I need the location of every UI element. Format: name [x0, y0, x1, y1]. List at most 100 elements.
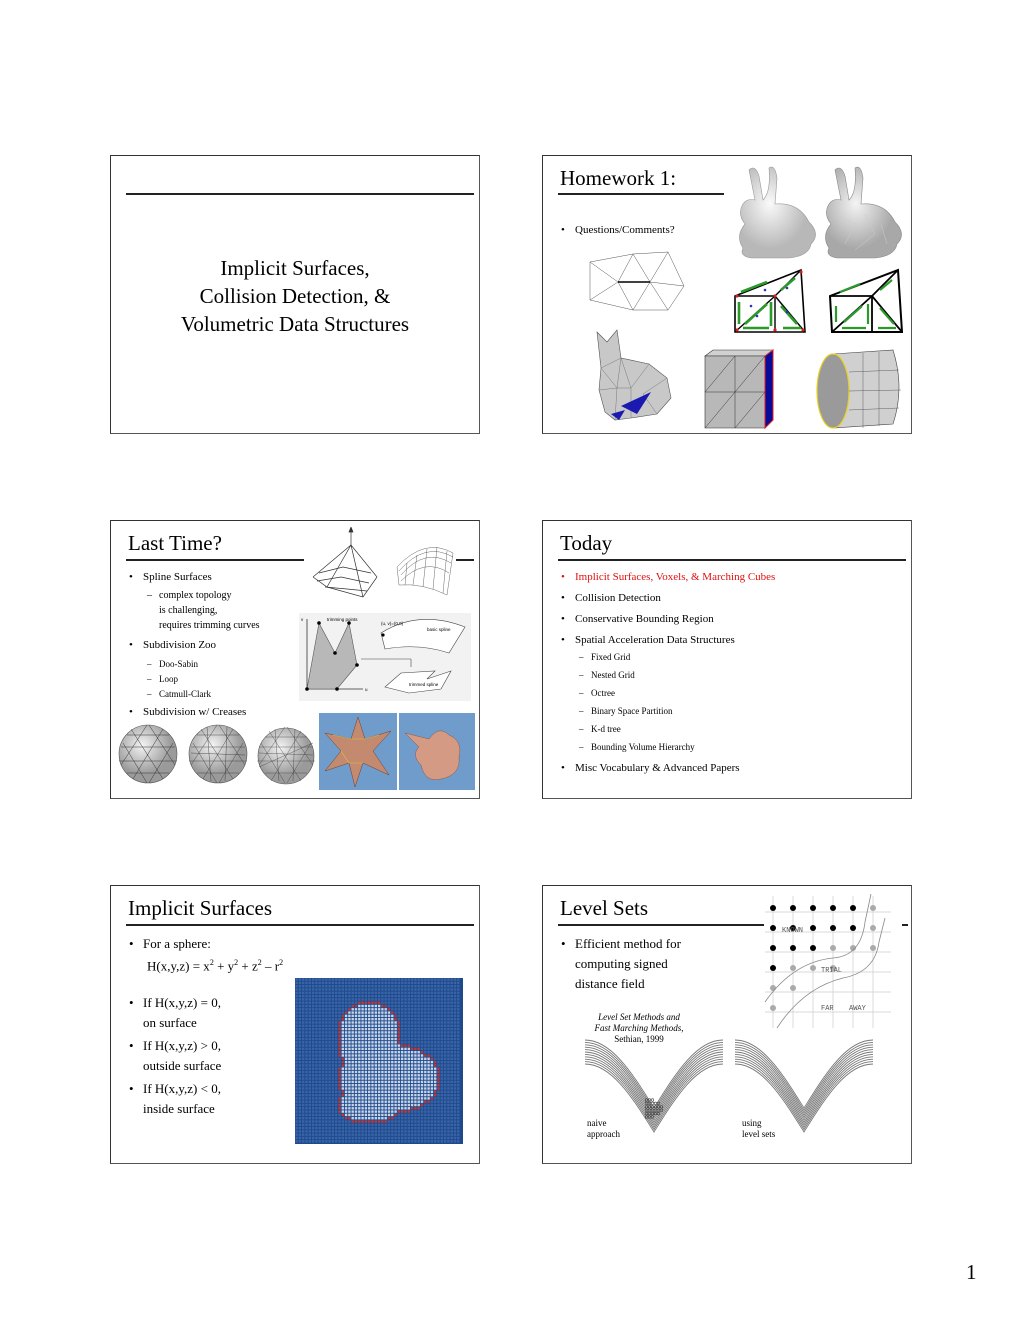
sub-text: requires trimming curves [159, 620, 260, 631]
voxel-bunny-grid-image [295, 978, 463, 1144]
eq-part: – r [261, 958, 280, 974]
slide-heading: Homework 1: [560, 166, 677, 190]
case-condition: If H(x,y,z) = 0, [143, 995, 221, 1010]
smooth-bunny-image [739, 166, 816, 259]
trial-point [790, 965, 796, 971]
bullet-text: Subdivision w/ Creases [143, 706, 247, 718]
heading-rule [126, 924, 474, 926]
case-description: inside surface [143, 1101, 215, 1116]
case-inside-desc: inside surface [143, 1101, 215, 1117]
known-point [830, 905, 836, 911]
known-point [830, 925, 836, 931]
trial-point [870, 905, 876, 911]
sub-text: Fixed Grid [591, 652, 631, 662]
eq-part: H(x,y,z) = x [147, 958, 210, 974]
fast-marching-grid-diagram: KNOWN TRIAL FAR AWAY [764, 893, 891, 1029]
bullet-text: For a sphere: [143, 936, 211, 951]
bullet-text: Questions/Comments? [575, 224, 675, 236]
sub-text: Octree [591, 688, 615, 698]
case-condition: If H(x,y,z) < 0, [143, 1081, 221, 1096]
caption-line: using [742, 1118, 762, 1128]
bullet-sphere: • For a sphere: [129, 936, 211, 951]
citation-title-1: Level Set Methods and [598, 1012, 680, 1022]
citation-title-2: Fast Marching Methods, [594, 1023, 684, 1033]
sub-text: Nested Grid [591, 670, 635, 680]
bullet-text: Spatial Acceleration Data Structures [575, 634, 735, 646]
label-trimming-points: trimming points [327, 617, 358, 622]
trial-point [870, 925, 876, 931]
case-description: on surface [143, 1015, 197, 1030]
bullet-text: Spline Surfaces [143, 571, 212, 583]
today-item-implicit-surfaces: • Implicit Surfaces, Voxels, & Marching C… [561, 571, 776, 583]
offset-curve [584, 1046, 724, 1117]
bullet-text: Efficient method for [575, 936, 681, 951]
title-line-1: Implicit Surfaces, [220, 256, 370, 280]
case-on-surface: • If H(x,y,z) = 0, [129, 995, 221, 1010]
heading-rule-right [456, 559, 474, 561]
trial-point [770, 985, 776, 991]
sub-challenging: is challenging, [159, 604, 217, 617]
heading-rule-right [902, 924, 908, 926]
low-poly-bunny-image [596, 329, 672, 421]
slide-level-sets: Level Sets • Efficient method for computi… [542, 885, 912, 1164]
trial-point [830, 945, 836, 951]
bullet-text: distance field [575, 976, 645, 991]
eq-part: + z [238, 958, 258, 974]
title-rule [126, 193, 474, 195]
case-outside: • If H(x,y,z) > 0, [129, 1038, 221, 1053]
heading-rule [558, 193, 724, 195]
bullet-text: Collision Detection [575, 592, 661, 604]
sub-text: is challenging, [159, 605, 218, 616]
eq-exp: 2 [279, 958, 284, 967]
label-far: FAR [821, 1005, 834, 1013]
eq-part: + y [213, 958, 235, 974]
slide-title: Implicit Surfaces, Collision Detection, … [110, 155, 480, 434]
slide-heading: Level Sets [560, 896, 649, 920]
known-point [770, 945, 776, 951]
sub-text: Catmull-Clark [159, 689, 211, 699]
trial-point [810, 965, 816, 971]
loop-sphere-image-2 [188, 724, 248, 784]
trial-point [870, 945, 876, 951]
offset-curve [734, 1044, 874, 1114]
label-trial: TRIAL [821, 967, 842, 975]
known-point [810, 945, 816, 951]
title-line-2: Collision Detection, & [199, 284, 391, 308]
today-sub-bvh: – Bounding Volume Hierarchy [579, 742, 695, 752]
label-known: KNOWN [782, 927, 803, 935]
today-item-spatial-acceleration: • Spatial Acceleration Data Structures [561, 634, 735, 646]
page-number: 1 [966, 1260, 977, 1284]
caption-level-sets: using level sets [742, 1118, 775, 1140]
offset-curve [734, 1041, 874, 1112]
today-sub-fixed-grid: – Fixed Grid [579, 652, 631, 662]
slide-today: Today • Implicit Surfaces, Voxels, & Marc… [542, 520, 912, 799]
sub-text: K-d tree [591, 724, 621, 734]
today-item-bounding-region: • Conservative Bounding Region [561, 613, 714, 625]
subdivided-cube-image [704, 349, 774, 430]
known-point [810, 925, 816, 931]
offset-curve [734, 1046, 874, 1117]
offset-curve [584, 1039, 724, 1109]
bullet-spline-surfaces: • Spline Surfaces [129, 571, 212, 583]
slide-last-time: Last Time? • Spline Surfaces – complex top… [110, 520, 480, 799]
sub-text: complex topology [159, 590, 232, 601]
label-uv-origin: (u, v)=(0,0) [381, 621, 404, 626]
bullet-efficient-method: • Efficient method for [561, 936, 681, 951]
triangle-mesh-diagram [589, 251, 685, 311]
known-point [790, 905, 796, 911]
bullet-text: Misc Vocabulary & Advanced Papers [575, 762, 740, 774]
sub-text: Bounding Volume Hierarchy [591, 742, 695, 752]
caption-line: approach [587, 1129, 620, 1139]
known-point [770, 965, 776, 971]
slide-implicit-surfaces: Implicit Surfaces • For a sphere: H(x,y,z… [110, 885, 480, 1164]
bullet-line-3: distance field [575, 976, 645, 992]
today-sub-kd-tree: – K-d tree [579, 724, 621, 734]
front-curve-inner [764, 893, 872, 1003]
stellated-polyhedron-image [319, 713, 397, 790]
half-edge-diagram-1 [734, 268, 806, 333]
known-point [850, 905, 856, 911]
bullet-subdivision-zoo: • Subdivision Zoo [129, 639, 217, 651]
caption-line: naive [587, 1118, 607, 1128]
today-item-collision-detection: • Collision Detection [561, 592, 661, 604]
today-item-misc: • Misc Vocabulary & Advanced Papers [561, 762, 740, 774]
